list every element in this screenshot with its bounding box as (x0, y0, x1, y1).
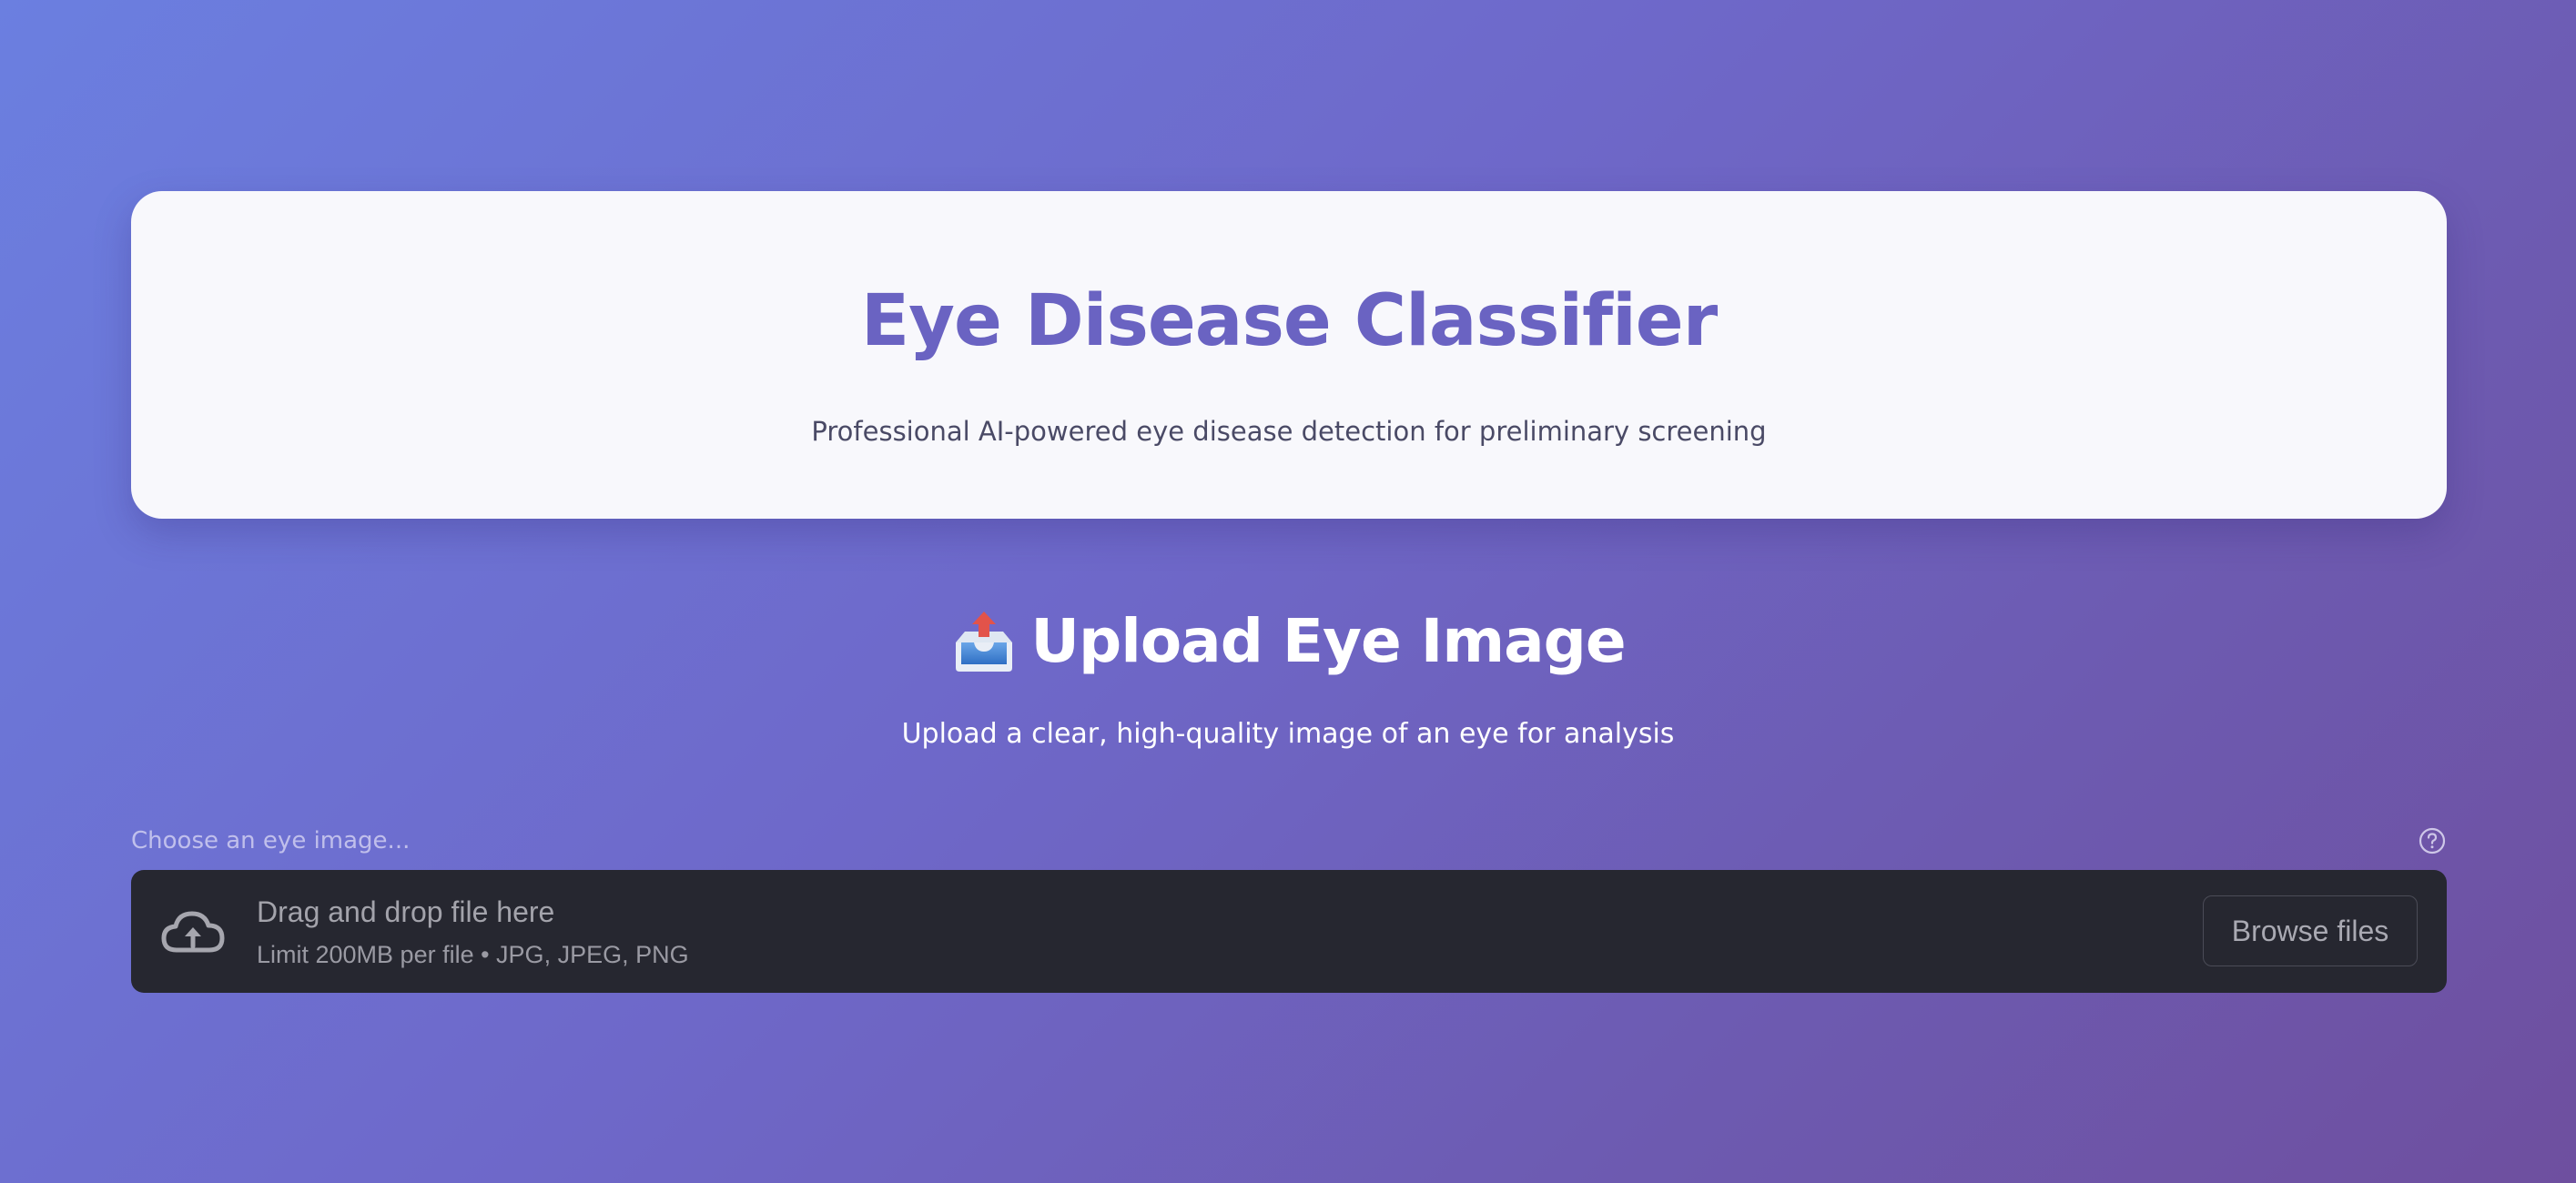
page-title: Eye Disease Classifier (860, 280, 1718, 362)
file-dropzone[interactable]: Drag and drop file here Limit 200MB per … (131, 870, 2447, 993)
upload-section-heading: Upload Eye Image (0, 608, 2576, 675)
inbox-tray-icon (950, 608, 1018, 675)
header-card: Eye Disease Classifier Professional AI-p… (131, 191, 2447, 519)
page-subtitle: Professional AI-powered eye disease dete… (811, 416, 1767, 447)
browse-files-button[interactable]: Browse files (2203, 895, 2418, 966)
upload-title: Upload Eye Image (1030, 606, 1626, 676)
upload-description: Upload a clear, high-quality image of an… (901, 718, 1675, 750)
dropzone-limit-text: Limit 200MB per file • JPG, JPEG, PNG (257, 941, 689, 968)
question-circle-icon[interactable] (2418, 826, 2447, 855)
file-uploader-label: Choose an eye image... (131, 827, 411, 854)
cloud-upload-icon (158, 903, 228, 959)
dropzone-instructions: Drag and drop file here (257, 895, 555, 928)
